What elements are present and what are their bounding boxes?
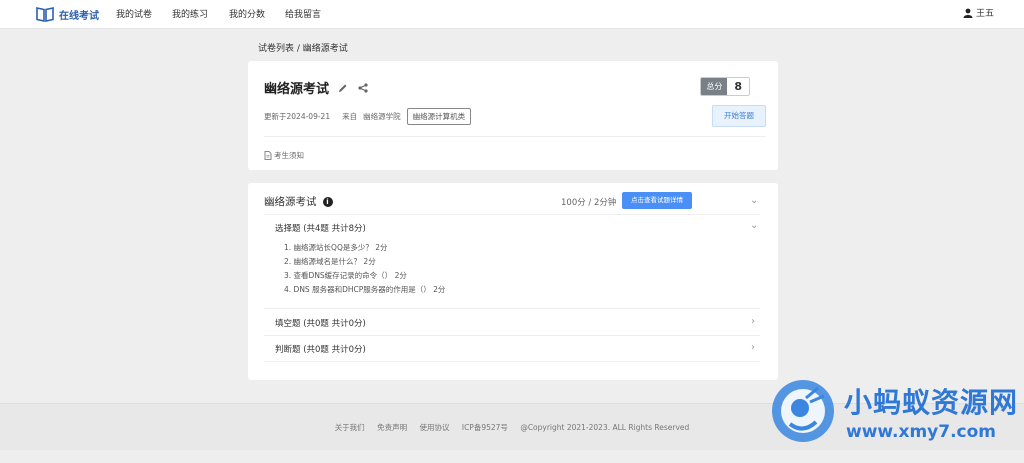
user-icon: [963, 8, 973, 18]
total-score-badge: 总分 8: [700, 77, 750, 96]
watermark: 小蚂蚁资源网 www.xmy7.com: [770, 378, 1024, 448]
chevron-down-icon[interactable]: ⌄: [750, 195, 758, 206]
divider: [264, 214, 760, 215]
source-prefix: 来自: [342, 112, 358, 121]
chevron-right-icon[interactable]: ›: [751, 342, 755, 353]
category-tag[interactable]: 幽络源计算机类: [406, 108, 472, 125]
user-menu[interactable]: 王五: [963, 6, 994, 19]
footer-icp[interactable]: ICP备9527号: [462, 423, 508, 432]
nav-my-papers[interactable]: 我的试卷: [116, 7, 152, 20]
source-name: 幽络源学院: [363, 112, 401, 121]
section-header: 幽络源考试 i: [264, 194, 333, 209]
start-answer-button[interactable]: 开始答题: [712, 105, 766, 127]
exam-notice-link[interactable]: 考生须知: [264, 150, 304, 161]
footer-terms[interactable]: 使用协议: [419, 423, 449, 432]
divider: [264, 361, 760, 362]
total-score-value: 8: [727, 78, 749, 95]
updated-date: 更新于2024-09-21: [264, 112, 331, 121]
question-item[interactable]: 4. DNS 服务器和DHCP服务器的作用是（） 2分: [284, 284, 445, 295]
chevron-right-icon[interactable]: ›: [751, 316, 755, 327]
brand[interactable]: 在线考试: [36, 4, 99, 24]
breadcrumb[interactable]: 试卷列表 / 幽络源考试: [258, 41, 348, 54]
footer-about[interactable]: 关于我们: [335, 423, 365, 432]
nav-my-scores[interactable]: 我的分数: [229, 7, 265, 20]
footer-copyright: @Copyright 2021-2023. ALL Rights Reserve…: [520, 423, 690, 432]
exam-title-row: 幽络源考试: [264, 78, 369, 97]
user-name: 王五: [975, 9, 994, 19]
brand-name: 在线考试: [59, 10, 99, 22]
question-item[interactable]: 3. 查看DNS缓存记录的命令（） 2分: [284, 270, 407, 281]
watermark-url: www.xmy7.com: [846, 422, 997, 442]
total-score-label: 总分: [701, 78, 728, 95]
chevron-down-icon[interactable]: ⌄: [750, 220, 758, 231]
question-item[interactable]: 2. 幽络源域名是什么？ 2分: [284, 256, 376, 267]
info-icon[interactable]: i: [322, 196, 333, 207]
group-title-choice[interactable]: 选择题 (共4题 共计8分): [275, 222, 366, 234]
edit-icon[interactable]: [337, 82, 349, 94]
footer-disclaimer[interactable]: 免责声明: [377, 423, 407, 432]
exam-content-card: 幽络源考试 i 100分 / 2分钟 点击查看试题详情 ⌄ 选择题 (共4题 共…: [248, 183, 778, 380]
score-time: 100分 / 2分钟: [561, 198, 617, 208]
question-item[interactable]: 1. 幽络源站长QQ是多少？ 2分: [284, 242, 388, 253]
section-title: 幽络源考试: [264, 196, 317, 208]
divider: [264, 308, 760, 309]
nav-leave-message[interactable]: 给我留言: [285, 7, 321, 20]
exam-header-card: 幽络源考试 总分 8 更新于2024-09-21 来自 幽络源学院 幽络源计算机…: [248, 61, 778, 170]
view-details-button[interactable]: 点击查看试题详情: [622, 192, 692, 209]
nav-my-practice[interactable]: 我的练习: [172, 7, 208, 20]
top-navbar: 在线考试 我的试卷 我的练习 我的分数 给我留言 王五: [0, 0, 1024, 29]
document-icon: [264, 151, 272, 160]
exam-title: 幽络源考试: [264, 82, 330, 97]
exam-meta: 更新于2024-09-21 来自 幽络源学院 幽络源计算机类: [264, 108, 472, 125]
share-icon[interactable]: [357, 82, 369, 94]
ant-logo-icon: [772, 380, 834, 442]
divider: [264, 335, 760, 336]
notice-label: 考生须知: [274, 151, 304, 160]
book-icon: [36, 7, 54, 22]
watermark-text: 小蚂蚁资源网: [844, 386, 1019, 419]
group-title-fill[interactable]: 填空题 (共0题 共计0分): [275, 317, 366, 329]
group-title-judge[interactable]: 判断题 (共0题 共计0分): [275, 343, 366, 355]
divider: [264, 136, 766, 137]
